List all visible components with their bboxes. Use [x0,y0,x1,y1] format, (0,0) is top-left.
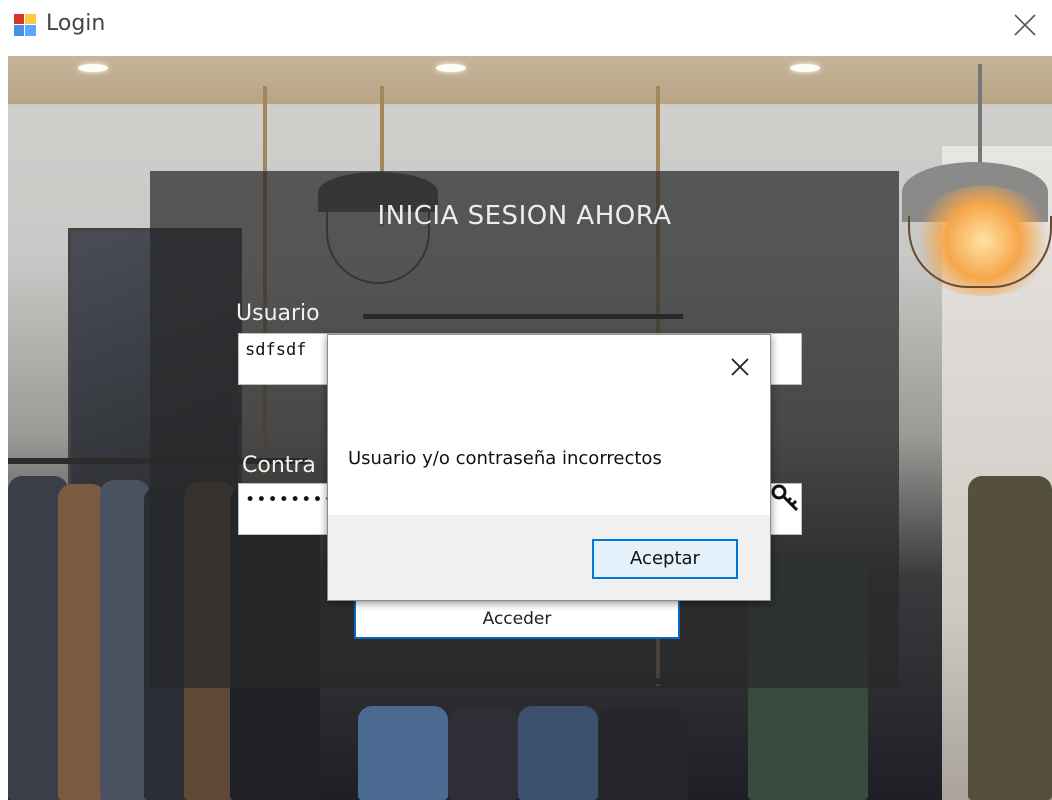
close-icon[interactable] [728,355,752,379]
key-icon [770,483,800,513]
close-icon[interactable] [1012,12,1038,38]
login-button[interactable]: Acceder [354,599,680,639]
ok-button[interactable]: Aceptar [592,539,738,579]
page-title: INICIA SESION AHORA [377,201,672,231]
app-window-icon [14,14,36,36]
username-label: Usuario [236,301,320,326]
password-label: Contra [242,453,316,478]
window-title: Login [46,11,106,36]
window-titlebar: Login [0,0,1052,56]
error-dialog: Usuario y/o contraseña incorrectos Acept… [327,334,771,601]
dialog-footer: Aceptar [328,515,770,600]
error-message: Usuario y/o contraseña incorrectos [348,448,662,469]
